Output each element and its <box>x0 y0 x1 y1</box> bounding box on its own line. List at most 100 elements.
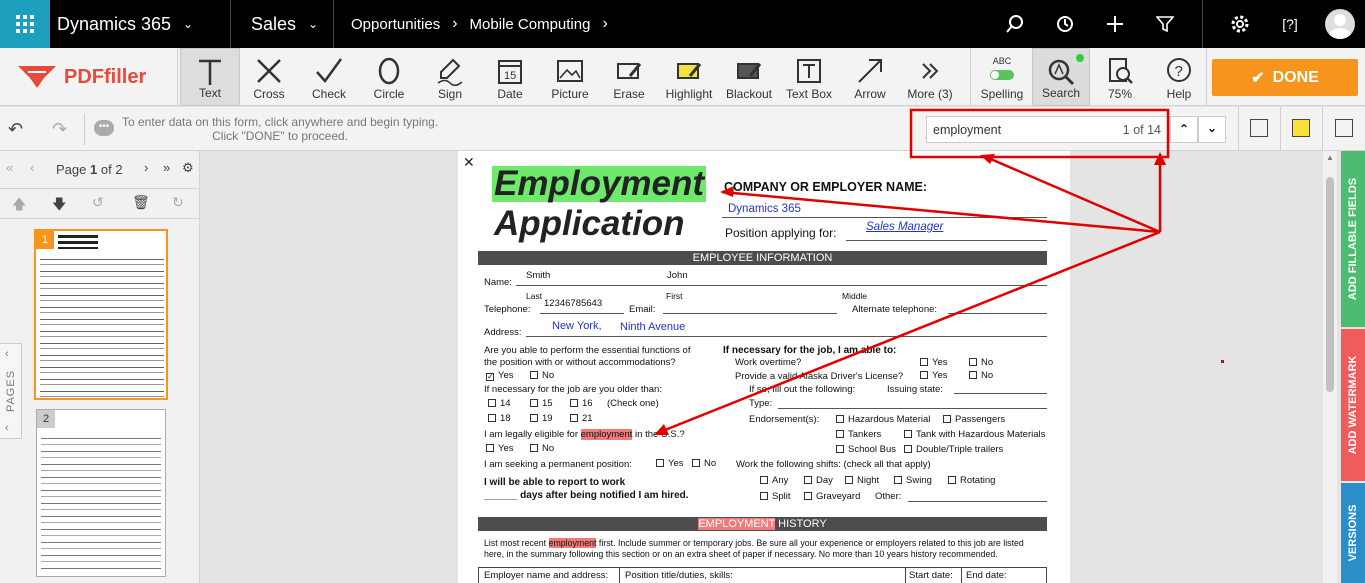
refresh-icon[interactable]: ↻ <box>172 194 184 211</box>
more-tools-button[interactable]: More (3) <box>900 48 960 106</box>
move-up-icon[interactable]: 🡅 <box>12 194 26 218</box>
vertical-scrollbar[interactable]: ▲ <box>1323 151 1337 583</box>
circle-tool[interactable]: Circle <box>359 48 419 106</box>
checkbox-hazardous[interactable] <box>836 415 844 423</box>
checkbox-shift-split[interactable] <box>760 492 768 500</box>
search-icon[interactable] <box>990 0 1040 48</box>
position-value[interactable]: Sales Manager <box>866 221 943 233</box>
checkbox-double-triple[interactable] <box>904 445 912 453</box>
checkbox-age-16[interactable] <box>570 399 578 407</box>
checkbox-shift-day[interactable] <box>804 476 812 484</box>
search-next-button[interactable]: ⌄ <box>1198 116 1226 143</box>
checkbox-age-15[interactable] <box>530 399 538 407</box>
history-icon[interactable] <box>1040 0 1090 48</box>
zoom-tool[interactable]: 75% <box>1090 48 1150 106</box>
address-value-street[interactable]: Ninth Avenue <box>620 321 685 333</box>
erase-tool[interactable]: Erase <box>599 48 659 106</box>
gear-icon[interactable] <box>1215 0 1265 48</box>
checkbox-age-14[interactable] <box>488 399 496 407</box>
search-prev-button[interactable]: ⌃ <box>1170 116 1198 143</box>
right-heading: If necessary for the job, I am able to: <box>723 345 897 356</box>
breadcrumb-record[interactable]: Mobile Computing <box>470 16 591 33</box>
highlight-fields-icon[interactable] <box>1292 119 1310 137</box>
move-down-icon[interactable]: 🡇 <box>52 194 66 218</box>
first-page-button[interactable]: « <box>6 160 13 175</box>
help-icon[interactable]: [?] <box>1265 0 1315 48</box>
add-watermark-tab[interactable]: ADD WATERMARK <box>1341 329 1365 481</box>
filter-icon[interactable] <box>1140 0 1190 48</box>
checkbox-no[interactable] <box>969 371 977 379</box>
gear-icon[interactable]: ⚙ <box>182 160 194 176</box>
checkbox-school-bus[interactable] <box>836 445 844 453</box>
address-value-city[interactable]: New York, <box>552 320 602 332</box>
text-tool[interactable]: Text <box>180 48 240 106</box>
checkbox-passengers[interactable] <box>943 415 951 423</box>
search-field[interactable]: employment 1 of 14 <box>926 116 1170 143</box>
trash-icon[interactable]: 🗑 <box>132 194 150 211</box>
app-launcher-icon[interactable] <box>0 0 50 48</box>
picture-tool[interactable]: Picture <box>540 48 600 106</box>
checkbox-tankers[interactable] <box>836 430 844 438</box>
checkbox-yes[interactable] <box>486 444 494 452</box>
cross-tool[interactable]: Cross <box>239 48 299 106</box>
blackout-tool[interactable]: Blackout <box>719 48 779 106</box>
checkbox-no[interactable] <box>969 358 977 366</box>
company-value[interactable]: Dynamics 365 <box>728 203 801 215</box>
next-page-button[interactable]: › <box>144 160 148 175</box>
add-fillable-fields-tab[interactable]: ADD FILLABLE FIELDS <box>1341 151 1365 327</box>
checkbox-yes[interactable] <box>656 459 664 467</box>
checkbox-shift-swing[interactable] <box>894 476 902 484</box>
breadcrumb-opportunities[interactable]: Opportunities <box>351 16 440 33</box>
eligibility-text: I am legally eligible for <box>484 429 581 440</box>
check-tool[interactable]: Check <box>299 48 359 106</box>
checkbox-no[interactable] <box>530 444 538 452</box>
checkbox-age-21[interactable] <box>570 414 578 422</box>
checkbox-yes[interactable] <box>920 358 928 366</box>
search-tool[interactable]: Search <box>1032 48 1090 106</box>
form-fields-icon[interactable] <box>1335 119 1353 137</box>
module-switcher[interactable]: Sales ⌄ <box>231 0 333 48</box>
page-thumbnail[interactable]: 2 <box>36 409 166 577</box>
search-input[interactable]: employment <box>933 123 1001 137</box>
page-thumbnail[interactable]: 1 <box>34 229 168 400</box>
help-tool[interactable]: ? Help <box>1149 48 1209 106</box>
checkbox-shift-night[interactable] <box>845 476 853 484</box>
scroll-up-arrow[interactable]: ▲ <box>1326 153 1334 162</box>
versions-tab[interactable]: VERSIONS <box>1341 483 1365 583</box>
telephone-value[interactable]: 12346785643 <box>544 298 602 309</box>
first-name-value[interactable]: John <box>667 270 688 281</box>
page-current[interactable]: 1 <box>90 162 97 177</box>
undo-button[interactable]: ↶ <box>8 119 36 139</box>
pdf-page[interactable]: ✕ Employment Application COMPANY OR EMPL… <box>458 151 1070 583</box>
checkbox-shift-graveyard[interactable] <box>804 492 812 500</box>
close-icon[interactable]: ✕ <box>463 154 475 171</box>
redo-button[interactable]: ↷ <box>52 119 80 139</box>
checkbox-no[interactable] <box>692 459 700 467</box>
checkbox-age-19[interactable] <box>530 414 538 422</box>
scroll-thumb[interactable] <box>1326 177 1334 392</box>
spelling-toggle[interactable]: ABC Spelling <box>972 48 1032 106</box>
done-button[interactable]: ✔ DONE <box>1212 59 1358 96</box>
text-box-tool[interactable]: Text Box <box>779 48 839 106</box>
edit-fields-icon[interactable] <box>1250 119 1268 137</box>
checkbox-no[interactable] <box>530 371 538 379</box>
checkbox-yes[interactable] <box>920 371 928 379</box>
checkbox-shift-rotating[interactable] <box>948 476 956 484</box>
avatar[interactable] <box>1315 0 1365 48</box>
last-name-value[interactable]: Smith <box>526 270 550 281</box>
sign-tool[interactable]: Sign <box>420 48 480 106</box>
checkbox-shift-any[interactable] <box>760 476 768 484</box>
chevron-right-icon[interactable]: › <box>602 15 607 33</box>
checkbox-tank-hazardous[interactable] <box>904 430 912 438</box>
checkbox-age-18[interactable] <box>488 414 496 422</box>
rotate-icon[interactable]: ↺ <box>92 194 104 211</box>
app-switcher[interactable]: Dynamics 365 ⌄ <box>50 0 230 48</box>
date-tool[interactable]: 15 Date <box>480 48 540 106</box>
plus-icon[interactable] <box>1090 0 1140 48</box>
checkbox-yes-checked[interactable]: ✓ <box>486 373 494 381</box>
prev-page-button[interactable]: ‹ <box>30 160 34 175</box>
last-page-button[interactable]: » <box>163 160 170 175</box>
arrow-tool[interactable]: Arrow <box>840 48 900 106</box>
pages-tab[interactable]: ‹ PAGES ‹ <box>0 343 22 439</box>
highlight-tool[interactable]: Highlight <box>659 48 719 106</box>
